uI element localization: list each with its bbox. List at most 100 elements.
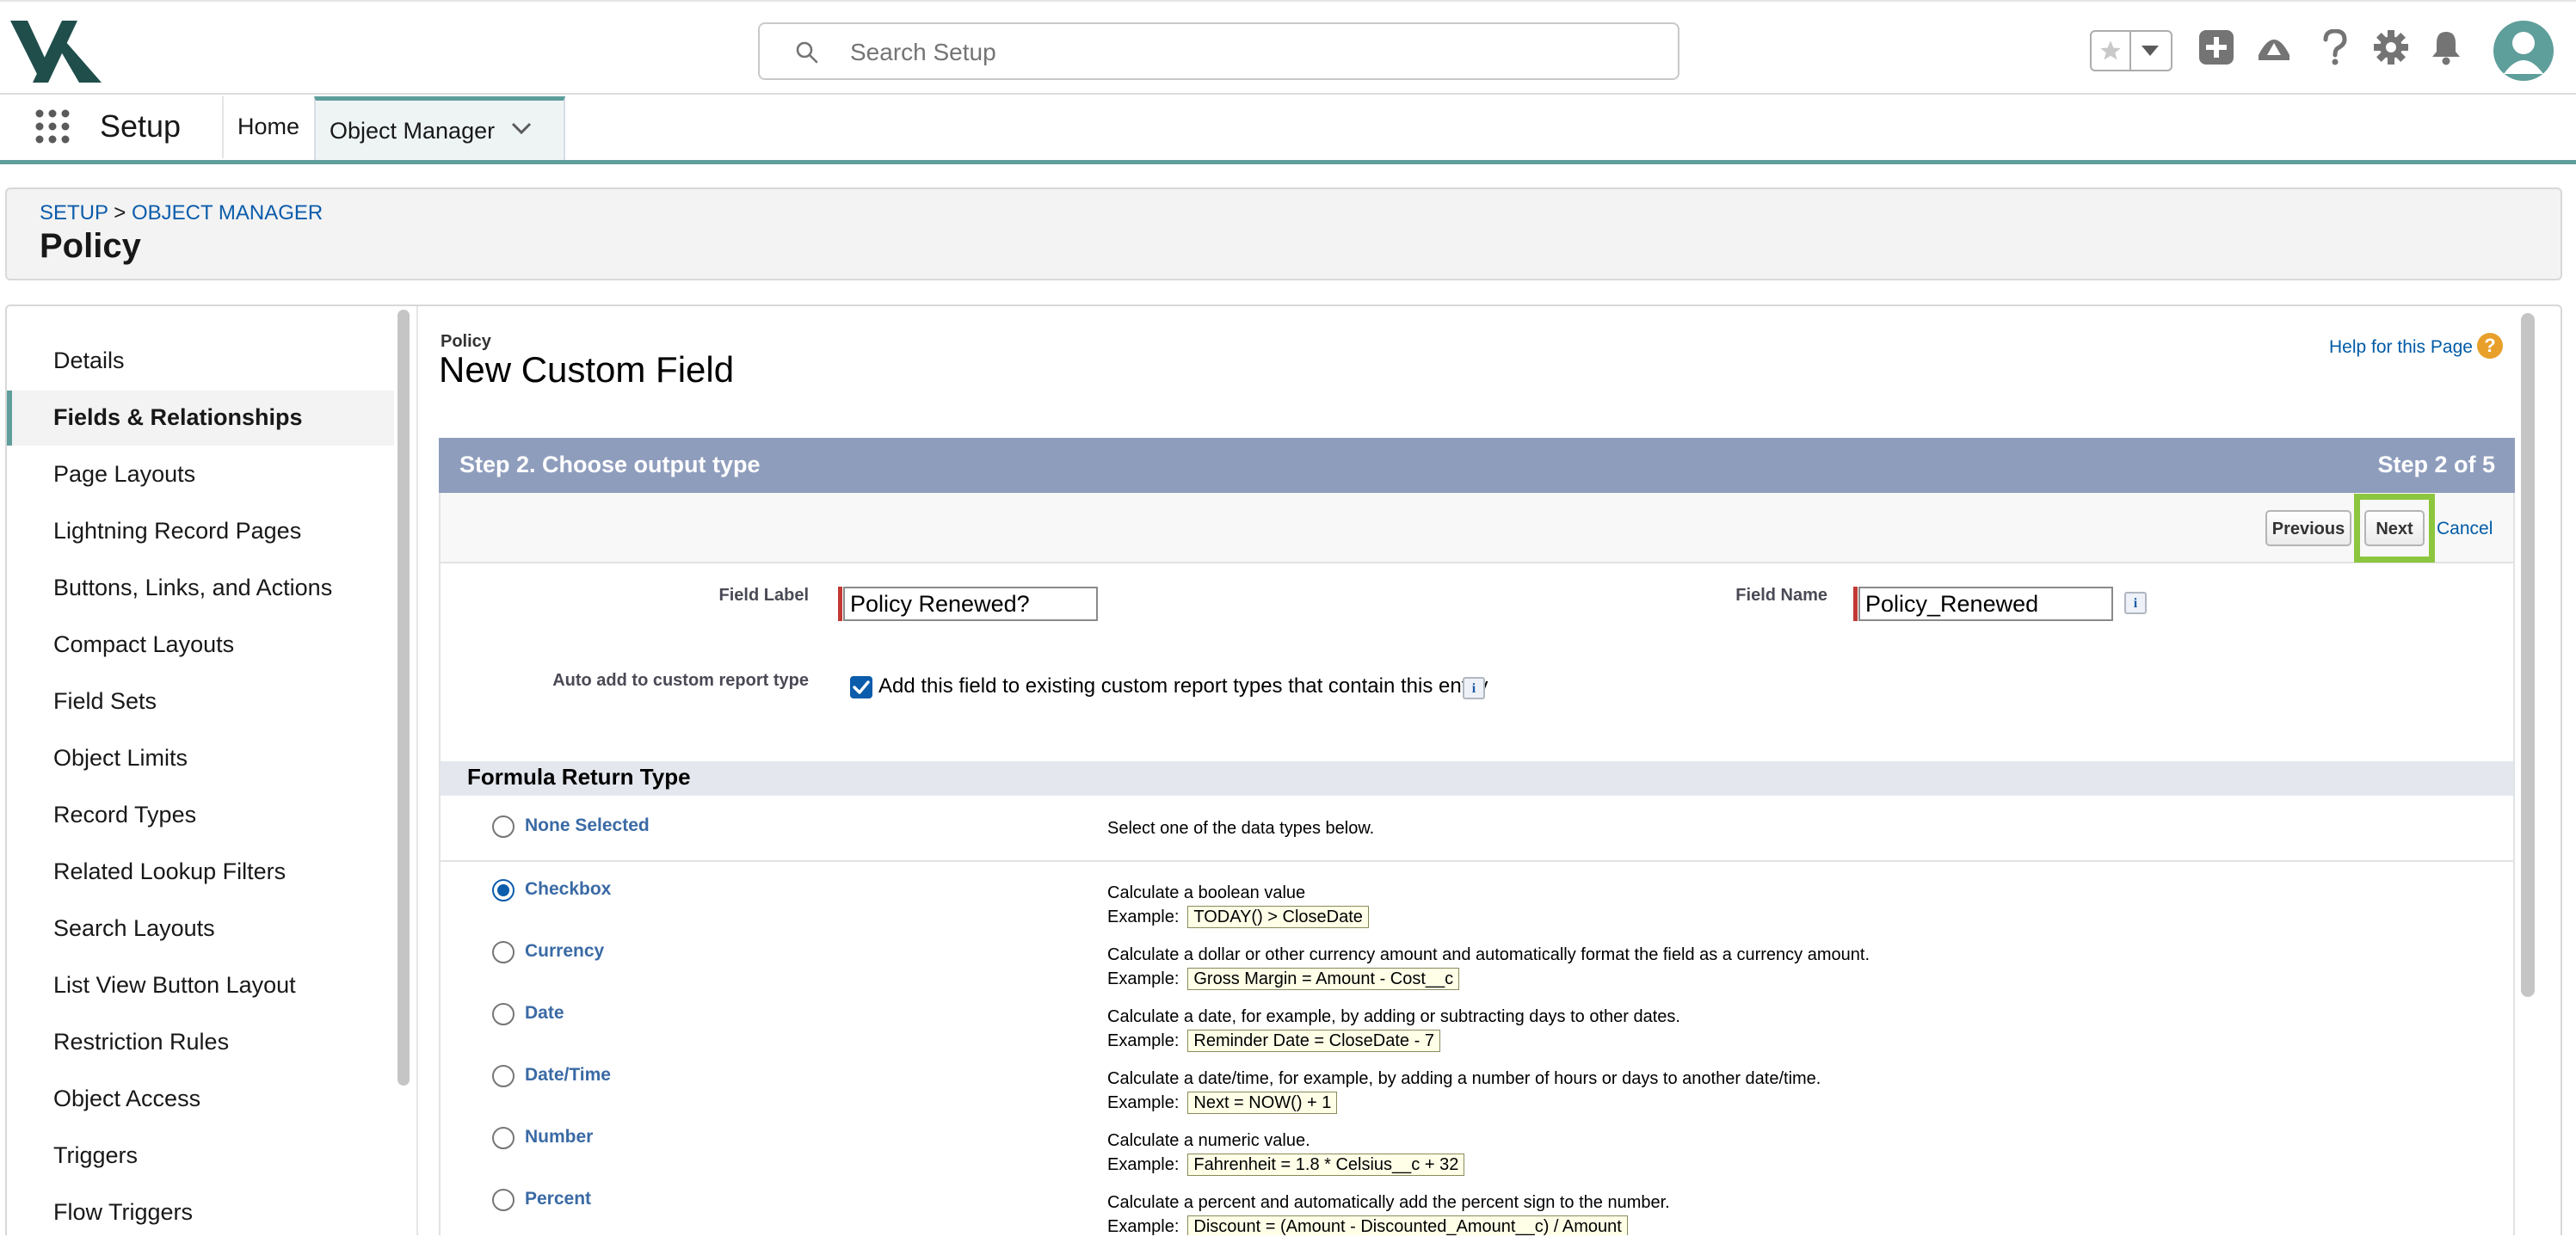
radio-date[interactable]	[492, 1003, 515, 1025]
type-desc-number: Calculate a numeric value.	[1107, 1131, 1310, 1150]
gear-icon[interactable]	[2373, 29, 2409, 65]
example-label: Example:	[1107, 1155, 1180, 1174]
search-placeholder: Search Setup	[850, 39, 996, 65]
sidebar-item-compact-layouts[interactable]: Compact Layouts	[53, 631, 234, 658]
type-name-currency[interactable]: Currency	[525, 941, 604, 962]
radio-none-selected[interactable]	[492, 815, 515, 838]
field-label-label: Field Label	[718, 586, 809, 605]
logo[interactable]	[10, 17, 103, 83]
tab-home[interactable]: Home	[237, 114, 299, 140]
step-count: Step 2 of 5	[2377, 452, 2495, 477]
radio-currency[interactable]	[492, 941, 515, 963]
type-desc-date-time: Calculate a date/time, for example, by a…	[1107, 1069, 1821, 1088]
star-icon[interactable]	[2098, 39, 2123, 63]
tab-object-manager[interactable]: Object Manager	[314, 96, 565, 160]
sidebar-item-search-layouts[interactable]: Search Layouts	[53, 915, 215, 942]
sidebar-item-related-lookup-filters[interactable]: Related Lookup Filters	[53, 858, 286, 885]
sidebar-item-buttons-links-actions[interactable]: Buttons, Links, and Actions	[53, 575, 332, 601]
nav-divider	[222, 96, 224, 158]
formula-return-type-header	[439, 761, 2515, 796]
app-name: Setup	[100, 108, 182, 144]
sidebar-item-page-layouts[interactable]: Page Layouts	[53, 461, 195, 488]
previous-button[interactable]: Previous	[2265, 510, 2351, 546]
chevron-down-icon[interactable]	[2140, 44, 2160, 58]
type-name-checkbox[interactable]: Checkbox	[525, 879, 611, 900]
favorites-divider	[2129, 32, 2131, 70]
example-code: Next = NOW() + 1	[1187, 1092, 1338, 1114]
type-name-date[interactable]: Date	[525, 1003, 564, 1024]
type-desc-checkbox: Calculate a boolean value	[1107, 883, 1306, 902]
sidebar-item-list-view-button-layout[interactable]: List View Button Layout	[53, 972, 296, 999]
type-name-number[interactable]: Number	[525, 1127, 593, 1147]
page-title: New Custom Field	[439, 349, 735, 390]
sidebar-item-object-limits[interactable]: Object Limits	[53, 745, 188, 772]
type-example-number: Example: Fahrenheit = 1.8 * Celsius__c + …	[1107, 1154, 1465, 1176]
object-header	[5, 188, 2562, 280]
example-code: Fahrenheit = 1.8 * Celsius__c + 32	[1187, 1154, 1465, 1176]
info-icon[interactable]: i	[1463, 677, 1485, 699]
cancel-link[interactable]: Cancel	[2437, 519, 2493, 539]
help-icon[interactable]	[2320, 29, 2350, 65]
radio-percent[interactable]	[492, 1189, 515, 1211]
type-example-checkbox: Example: TODAY() > CloseDate	[1107, 906, 1369, 928]
content-scrollbar[interactable]	[2521, 313, 2535, 997]
app-launcher-icon[interactable]	[34, 108, 71, 145]
sidebar-item-triggers[interactable]: Triggers	[53, 1142, 138, 1169]
formula-return-type-title: Formula Return Type	[467, 764, 691, 790]
help-for-this-page-link[interactable]: Help for this Page	[2329, 337, 2473, 358]
page-bottom-edge	[0, 1235, 2576, 1249]
type-example-date: Example: Reminder Date = CloseDate - 7	[1107, 1030, 1440, 1052]
sidebar-item-record-types[interactable]: Record Types	[53, 802, 196, 828]
sidebar-item-lightning-record-pages[interactable]: Lightning Record Pages	[53, 518, 301, 545]
breadcrumb-object-manager[interactable]: OBJECT MANAGER	[132, 201, 323, 225]
example-code: Gross Margin = Amount - Cost__c	[1187, 968, 1460, 990]
example-label: Example:	[1107, 1031, 1180, 1050]
sidebar-item-fields-relationships[interactable]: Fields & Relationships	[53, 404, 303, 431]
type-desc-date: Calculate a date, for example, by adding…	[1107, 1007, 1680, 1026]
object-title: Policy	[40, 227, 141, 265]
chevron-down-icon[interactable]	[510, 120, 533, 137]
type-example-currency: Example: Gross Margin = Amount - Cost__c	[1107, 968, 1460, 990]
sidebar-item-details[interactable]: Details	[53, 348, 125, 374]
required-indicator	[838, 587, 842, 621]
type-name-none-selected[interactable]: None Selected	[525, 815, 650, 836]
field-label-input[interactable]: Policy Renewed?	[843, 587, 1098, 621]
button-row	[439, 493, 2515, 563]
avatar[interactable]	[2493, 21, 2554, 81]
row-divider	[441, 860, 2513, 862]
breadcrumb: SETUP > OBJECT MANAGER	[40, 201, 323, 225]
bell-icon[interactable]	[2430, 29, 2462, 65]
example-code: TODAY() > CloseDate	[1187, 906, 1369, 928]
sidebar-item-object-access[interactable]: Object Access	[53, 1086, 200, 1112]
type-desc-percent: Calculate a percent and automatically ad…	[1107, 1193, 1670, 1212]
info-icon[interactable]: i	[2124, 592, 2147, 614]
plus-icon[interactable]	[2198, 29, 2234, 65]
trailhead-icon[interactable]	[2255, 29, 2293, 65]
example-label: Example:	[1107, 969, 1180, 988]
type-name-date-time[interactable]: Date/Time	[525, 1065, 611, 1086]
help-circle-icon[interactable]: ?	[2477, 333, 2503, 359]
global-search-box[interactable]: Search Setup	[758, 22, 1679, 80]
type-desc-none-selected: Select one of the data types below.	[1107, 819, 1375, 838]
radio-date-time[interactable]	[492, 1065, 515, 1087]
auto-add-checkbox[interactable]	[850, 676, 872, 698]
type-desc-currency: Calculate a dollar or other currency amo…	[1107, 945, 1870, 964]
radio-checkbox[interactable]	[492, 879, 515, 901]
auto-add-label: Auto add to custom report type	[552, 671, 809, 690]
sidebar-divider	[416, 306, 418, 1244]
field-name-input[interactable]: Policy_Renewed	[1858, 587, 2113, 621]
sidebar-item-flow-triggers[interactable]: Flow Triggers	[53, 1199, 193, 1226]
sidebar-scrollbar[interactable]	[397, 310, 410, 1086]
sidebar-item-field-sets[interactable]: Field Sets	[53, 688, 157, 715]
field-name-label: Field Name	[1735, 586, 1827, 605]
breadcrumb-separator: >	[114, 201, 126, 225]
example-code: Reminder Date = CloseDate - 7	[1187, 1030, 1440, 1052]
radio-number[interactable]	[492, 1127, 515, 1149]
example-label: Example:	[1107, 1093, 1180, 1112]
search-icon	[794, 40, 820, 65]
breadcrumb-setup[interactable]: SETUP	[40, 201, 108, 225]
type-name-percent[interactable]: Percent	[525, 1189, 591, 1209]
next-button[interactable]: Next	[2364, 510, 2425, 546]
favorites-group[interactable]	[2090, 30, 2172, 71]
sidebar-item-restriction-rules[interactable]: Restriction Rules	[53, 1029, 229, 1055]
